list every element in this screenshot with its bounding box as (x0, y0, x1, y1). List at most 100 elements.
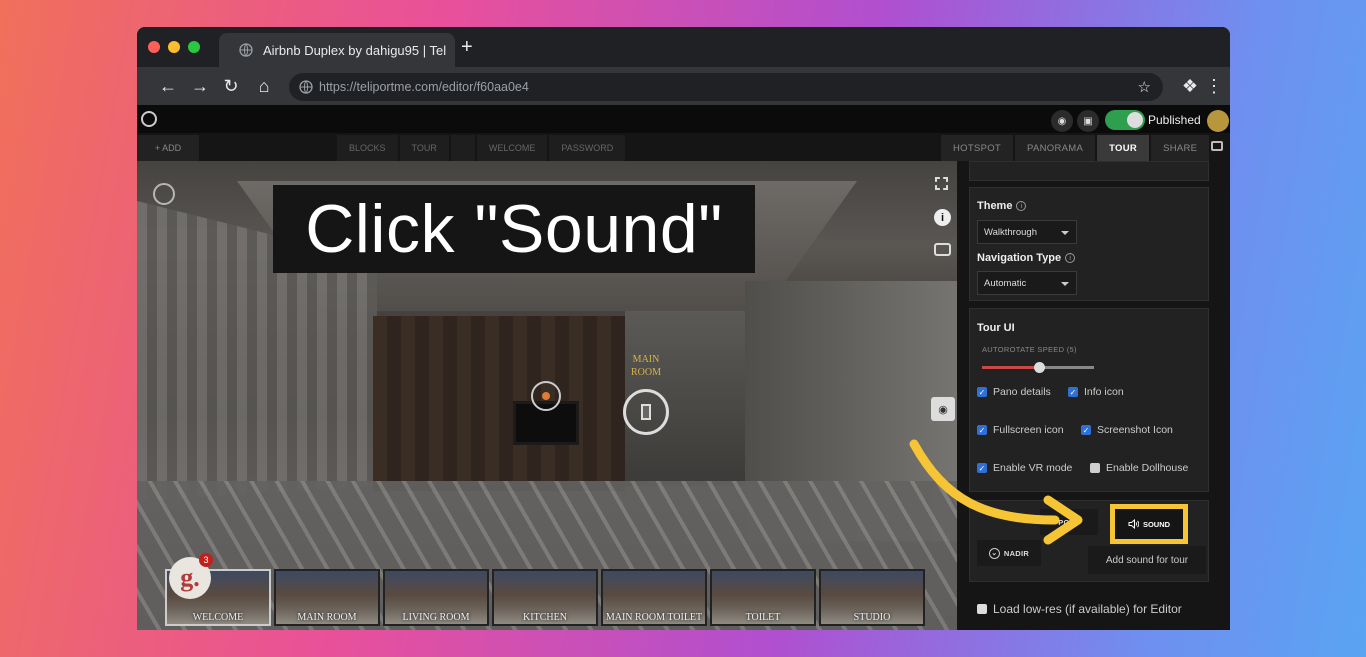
site-info-icon[interactable] (299, 80, 313, 94)
door-hotspot[interactable] (623, 389, 669, 435)
browser-window: Airbnb Duplex by dahigu95 | Tel + ← → ↻ … (137, 27, 1230, 630)
slider-knob[interactable] (1034, 362, 1045, 373)
thumb-living-room[interactable]: LIVING ROOM (383, 569, 489, 626)
checkbox-icon[interactable] (977, 604, 987, 614)
globe-icon (239, 43, 253, 57)
app-logo-icon[interactable] (141, 111, 157, 127)
nadir-chevron-icon: ⌄ (988, 547, 1000, 559)
tab-welcome[interactable]: WELCOME (476, 135, 548, 161)
autorotate-slider[interactable] (982, 362, 1094, 373)
checkbox-label: Screenshot Icon (1097, 424, 1173, 436)
bookmark-star-icon[interactable]: ☆ (1138, 78, 1151, 96)
tab-tour[interactable]: TOUR (1097, 135, 1150, 161)
checkbox-pano-details[interactable]: ✓ Pano details (977, 386, 1051, 398)
nadir-button-label: NADIR (1003, 548, 1030, 558)
navigation-title: Navigation Type i (977, 252, 1076, 264)
checkbox-screenshot-icon[interactable]: ✓ Screenshot Icon (1081, 424, 1173, 436)
settings-card-top (969, 161, 1209, 181)
tab-strip: Airbnb Duplex by dahigu95 | Tel + (137, 27, 1230, 67)
checkbox-label: Fullscreen icon (993, 424, 1064, 436)
tour-ui-card: Tour UI AUTOROTATE SPEED (5) ✓ Pano detai… (969, 308, 1209, 492)
tab-hotspot[interactable]: HOTSPOT (941, 135, 1014, 161)
checkbox-icon[interactable]: ✓ (977, 425, 987, 435)
checkbox-enable-dollhouse[interactable]: Enable Dollhouse (1090, 462, 1188, 474)
thumb-label: MAIN ROOM (297, 612, 357, 623)
editor-topbar: ◉ ▣ Published (137, 105, 1230, 133)
autorotate-label: AUTOROTATE SPEED (5) (982, 345, 1077, 354)
thumb-kitchen[interactable]: KITCHEN (492, 569, 598, 626)
tab-blocks[interactable]: BLOCKS (337, 135, 398, 161)
thumb-toilet[interactable]: TOILET (710, 569, 816, 626)
info-circle-icon[interactable]: i (1016, 201, 1027, 212)
checkbox-fullscreen-icon[interactable]: ✓ Fullscreen icon (977, 424, 1064, 436)
tab-tour-left[interactable]: TOUR (399, 135, 449, 161)
settings-panel: Theme i Walkthrough Navigation Type i Auto… (957, 161, 1230, 630)
thumb-studio[interactable]: STUDIO (819, 569, 925, 626)
vr-icon[interactable]: ◉ (931, 397, 955, 421)
slider-fill (982, 366, 1038, 369)
sound-tooltip: Add sound for tour (1088, 546, 1206, 574)
tab-password[interactable]: PASSWORD (549, 135, 626, 161)
lowres-option[interactable]: Load low-res (if available) for Editor (977, 602, 1182, 616)
browser-toolbar: ← → ↻ ⌂ https://teliportme.com/editor/f6… (137, 67, 1230, 105)
checkbox-label: Info icon (1084, 386, 1124, 398)
info-icon[interactable]: i (934, 209, 951, 226)
nadir-button[interactable]: ⌄ NADIR (977, 540, 1041, 566)
browser-tab[interactable]: Airbnb Duplex by dahigu95 | Tel (219, 33, 455, 67)
extensions-icon[interactable]: ❖ (1179, 75, 1201, 97)
close-window-button[interactable] (148, 41, 160, 53)
theme-card: Theme i Walkthrough Navigation Type i Auto… (969, 187, 1209, 301)
reload-icon[interactable]: ↻ (220, 75, 242, 97)
back-icon[interactable]: ← (157, 75, 179, 97)
checkbox-icon[interactable]: ✓ (1068, 387, 1078, 397)
new-tab-button[interactable]: + (461, 37, 473, 57)
thumb-main-room[interactable]: MAIN ROOM (274, 569, 380, 626)
tab-panorama[interactable]: PANORAMA (1015, 135, 1096, 161)
sound-button[interactable]: SOUND (1110, 504, 1188, 544)
minimize-window-button[interactable] (168, 41, 180, 53)
hotspot-label: MAIN ROOM (631, 353, 661, 379)
publish-toggle[interactable] (1105, 110, 1145, 130)
save-icon[interactable]: ▣ (1077, 110, 1099, 132)
home-icon[interactable]: ⌂ (253, 75, 275, 97)
maximize-window-button[interactable] (188, 41, 200, 53)
theme-select[interactable]: Walkthrough (977, 220, 1077, 244)
checkbox-icon[interactable]: ✓ (977, 463, 987, 473)
thumb-main-room-toilet[interactable]: MAIN ROOM TOILET (601, 569, 707, 626)
thumb-label: KITCHEN (523, 612, 567, 623)
speaker-icon (1128, 519, 1139, 529)
preview-eye-icon[interactable]: ◉ (1051, 110, 1073, 132)
tab-blank[interactable] (450, 135, 475, 161)
editor-app: ◉ ▣ Published + ADD BLOCKS TOUR WELCOME … (137, 105, 1230, 630)
theme-select-value: Walkthrough (984, 226, 1037, 238)
right-tabs: HOTSPOT PANORAMA TOUR SHARE (941, 135, 1210, 161)
panorama-viewer[interactable]: MAIN ROOM i ◉ g. 3 WELCOME MAIN ROOM LIV… (137, 161, 957, 630)
hotspots-button[interactable]: POTS (1040, 509, 1098, 535)
hotspot-label-line1: MAIN (632, 354, 660, 365)
forward-icon[interactable]: → (189, 75, 211, 97)
screenshot-icon[interactable] (934, 243, 951, 256)
tab-share[interactable]: SHARE (1151, 135, 1210, 161)
navigation-select[interactable]: Automatic (977, 271, 1077, 295)
avatar[interactable] (1207, 110, 1229, 132)
checkbox-enable-vr[interactable]: ✓ Enable VR mode (977, 462, 1072, 474)
checkbox-info-icon[interactable]: ✓ Info icon (1068, 386, 1124, 398)
hotspots-button-label: POTS (1058, 517, 1080, 527)
fullscreen-icon[interactable] (935, 177, 948, 190)
navigation-title-text: Navigation Type (977, 252, 1062, 264)
chevron-down-icon (1061, 231, 1069, 235)
thumb-label: STUDIO (853, 612, 891, 623)
camera-icon[interactable] (1211, 141, 1223, 151)
checkbox-icon[interactable]: ✓ (977, 387, 987, 397)
gyro-icon[interactable] (153, 183, 175, 205)
editor-subbar: + ADD BLOCKS TOUR WELCOME PASSWORD HOTSP… (137, 133, 1230, 161)
info-circle-icon[interactable]: i (1065, 253, 1076, 264)
checkbox-icon[interactable]: ✓ (1081, 425, 1091, 435)
checkbox-icon[interactable] (1090, 463, 1100, 473)
add-button[interactable]: + ADD (137, 135, 199, 161)
hotspot-label-line2: ROOM (631, 367, 662, 378)
menu-dots-icon[interactable]: ⋮ (1203, 75, 1225, 97)
left-tabs: BLOCKS TOUR WELCOME PASSWORD (337, 135, 626, 161)
notification-count: 3 (199, 553, 213, 567)
address-bar[interactable]: https://teliportme.com/editor/f60aa0e4 ☆ (289, 73, 1163, 101)
